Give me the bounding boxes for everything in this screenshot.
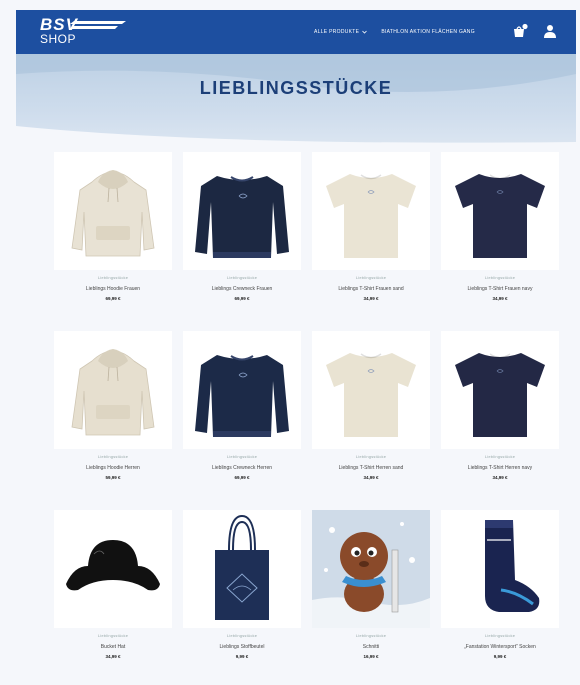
product-category: Lieblingsstücke [355, 454, 387, 459]
main-nav: ALLE PRODUKTE BIATHLON AKTION FLÄCHEN GA… [314, 10, 475, 54]
page: BSV SHOP ALLE PRODUKTE BIATHLON AKTION F… [0, 0, 580, 685]
product-tee-icon [326, 174, 416, 258]
product-image[interactable] [312, 152, 430, 270]
nav-all-products[interactable]: ALLE PRODUKTE [314, 29, 368, 35]
product-price: 34,99 € [363, 475, 379, 480]
product-name[interactable]: Lieblings T-Shirt Herren sand [312, 465, 430, 471]
product-name[interactable]: Lieblings T-Shirt Frauen navy [441, 286, 559, 292]
product-image[interactable] [183, 331, 301, 449]
product-name[interactable]: Lieblings Hoodie Frauen [54, 286, 172, 292]
product-name[interactable]: Schnitti [312, 644, 430, 650]
product-category: Lieblingsstücke [355, 275, 387, 280]
product-image[interactable] [441, 331, 559, 449]
product-card[interactable]: Lieblingsstücke Lieblings Crewneck Herre… [183, 331, 301, 501]
product-price: 34,99 € [492, 296, 508, 301]
product-category: Lieblingsstücke [226, 454, 258, 459]
product-price: 34,99 € [363, 296, 379, 301]
product-price: 9,99 € [235, 654, 249, 659]
product-price: 16,99 € [363, 654, 379, 659]
product-tee-icon [326, 353, 416, 437]
nav-biathlon-action-label: BIATHLON AKTION FLÄCHEN GANG [381, 29, 475, 35]
product-price: 59,99 € [105, 475, 121, 480]
product-name[interactable]: Lieblings T-Shirt Herren navy [441, 465, 559, 471]
product-category: Lieblingsstücke [226, 275, 258, 280]
product-card[interactable]: Lieblingsstücke Lieblings T-Shirt Frauen… [312, 152, 430, 322]
product-card[interactable]: Lieblingsstücke Lieblings Hoodie Frauen … [54, 152, 172, 322]
account-button[interactable] [542, 23, 558, 39]
page-title: LIEBLINGSSTÜCKE [199, 78, 393, 98]
product-image[interactable] [312, 331, 430, 449]
product-price: 34,99 € [492, 475, 508, 480]
product-category: Lieblingsstücke [355, 633, 387, 638]
product-name[interactable]: Lieblings Crewneck Herren [183, 465, 301, 471]
product-image[interactable] [54, 331, 172, 449]
product-price: 9,99 € [493, 654, 507, 659]
product-crew-icon [195, 355, 289, 437]
product-tee-icon [455, 174, 545, 258]
product-name[interactable]: „Fanstation Wintersport“ Socken [441, 644, 559, 650]
product-name[interactable]: Lieblings Crewneck Frauen [183, 286, 301, 292]
product-price: 69,99 € [105, 296, 121, 301]
product-name[interactable]: Lieblings T-Shirt Frauen sand [312, 286, 430, 292]
product-bag-icon [215, 514, 269, 620]
hero-banner: LIEBLINGSSTÜCKE [16, 54, 576, 154]
product-price: 69,99 € [234, 296, 250, 301]
product-hoodie-icon [71, 170, 155, 257]
product-mascot-icon [312, 510, 430, 628]
product-card[interactable]: Lieblingsstücke Lieblings T-Shirt Herren… [441, 331, 559, 501]
product-category: Lieblingsstücke [226, 633, 258, 638]
product-name[interactable]: Lieblings Hoodie Herren [54, 465, 172, 471]
product-card[interactable]: Lieblingsstücke „Fanstation Wintersport“… [441, 510, 559, 680]
product-category: Lieblingsstücke [484, 454, 516, 459]
product-name[interactable]: Lieblings Stoffbeutel [183, 644, 301, 650]
product-hat-icon [66, 540, 160, 591]
product-category: Lieblingsstücke [97, 454, 129, 459]
product-card[interactable]: Lieblingsstücke Lieblings Hoodie Herren … [54, 331, 172, 501]
product-image[interactable] [54, 510, 172, 628]
bsv-shop-logo[interactable]: BSV SHOP [40, 16, 126, 48]
header-icons [512, 23, 558, 39]
product-image[interactable] [54, 152, 172, 270]
product-image[interactable] [183, 510, 301, 628]
product-image[interactable] [441, 152, 559, 270]
product-name[interactable]: Bucket Hat [54, 644, 172, 650]
product-card[interactable]: Lieblingsstücke Lieblings Crewneck Fraue… [183, 152, 301, 322]
user-icon [544, 25, 556, 38]
chevron-down-icon [362, 30, 368, 34]
nav-all-products-label: ALLE PRODUKTE [314, 29, 360, 35]
product-price: 69,99 € [234, 475, 250, 480]
cart-icon [514, 23, 528, 37]
product-image[interactable] [312, 510, 430, 628]
product-card[interactable]: Lieblingsstücke Lieblings T-Shirt Frauen… [441, 152, 559, 322]
cart-button[interactable] [512, 23, 528, 39]
product-card[interactable]: Lieblingsstücke Bucket Hat 34,99 € [54, 510, 172, 680]
product-card[interactable]: Lieblingsstücke Lieblings Stoffbeutel 9,… [183, 510, 301, 680]
product-image[interactable] [441, 510, 559, 628]
product-tee-icon [455, 353, 545, 437]
product-image[interactable] [183, 152, 301, 270]
product-crew-icon [195, 176, 289, 258]
logo-subtitle: SHOP [40, 32, 77, 46]
product-card[interactable]: Lieblingsstücke Schnitti 16,99 € [312, 510, 430, 680]
product-category: Lieblingsstücke [97, 275, 129, 280]
product-sock-icon [485, 520, 540, 612]
product-hoodie-icon [71, 349, 155, 436]
product-price: 34,99 € [105, 654, 121, 659]
product-category: Lieblingsstücke [484, 633, 516, 638]
product-grid: Lieblingsstücke Lieblings Hoodie Frauen … [54, 152, 559, 680]
product-category: Lieblingsstücke [484, 275, 516, 280]
logo-stripe-icon [70, 21, 126, 29]
nav-biathlon-action[interactable]: BIATHLON AKTION FLÄCHEN GANG [381, 29, 475, 35]
product-category: Lieblingsstücke [97, 633, 129, 638]
top-navigation-bar: BSV SHOP ALLE PRODUKTE BIATHLON AKTION F… [16, 10, 576, 54]
hero-background [16, 54, 576, 154]
product-card[interactable]: Lieblingsstücke Lieblings T-Shirt Herren… [312, 331, 430, 501]
